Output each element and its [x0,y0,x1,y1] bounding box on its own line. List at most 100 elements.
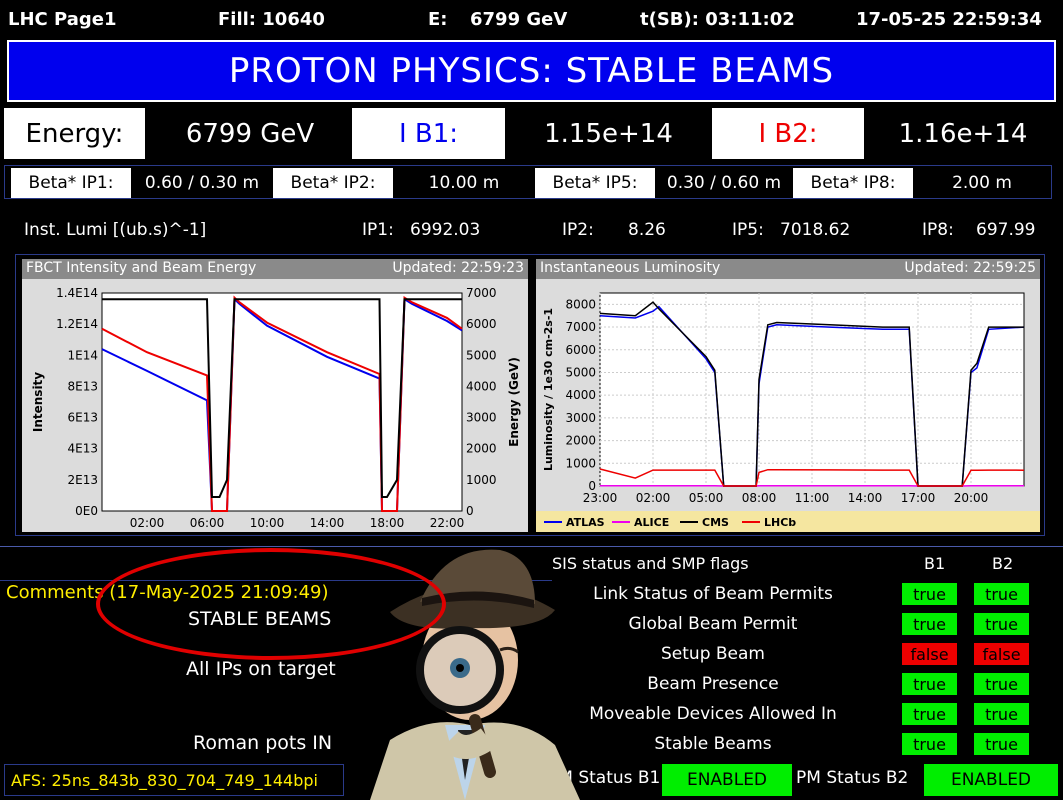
comment-line-3: Roman pots IN [193,732,333,754]
fbct-panel: FBCT Intensity and Beam Energy Updated: … [22,259,528,532]
fill-number: Fill: 10640 [218,9,325,30]
y-tick-label: 2E13 [68,473,99,487]
y-tick-label: 1.4E14 [56,286,98,300]
y-axis-label: Luminosity / 1e30 cm-2s-1 [542,308,555,471]
y2-tick-label: 7000 [466,286,497,300]
x-tick-label: 18:00 [370,516,405,530]
x-tick-label: 20:00 [954,491,989,505]
flag-b2: true [974,583,1029,605]
ip2-lumi: 8.26 [628,220,666,240]
x-tick-label: 23:00 [583,491,618,505]
ib2-label: I B2: [712,108,864,159]
plots-area: FBCT Intensity and Beam Energy Updated: … [15,254,1045,536]
x-tick-label: 06:00 [190,516,225,530]
y-tick-label: 6000 [565,343,596,357]
afs-filling-scheme: AFS: 25ns_843b_830_704_749_144bpi [4,764,344,796]
y-tick-label: 8000 [565,297,596,311]
ib1-label: I B1: [352,108,505,159]
x-tick-label: 10:00 [250,516,285,530]
legend-label: ATLAS [566,516,605,529]
flag-b2: true [974,703,1029,725]
y-tick-label: 8E13 [68,379,99,393]
x-tick-label: 22:00 [430,516,465,530]
y-tick-label: 1E14 [68,348,99,362]
x-tick-label: 05:00 [689,491,724,505]
flag-b2: true [974,613,1029,635]
ip1-lumi-label: IP1: [362,220,394,240]
stable-beam-time: t(SB): 03:11:02 [640,9,795,30]
y-tick-label: 4E13 [68,442,99,456]
y-tick-label: 1.2E14 [56,317,98,331]
beta-ip1-value: 0.60 / 0.30 m [144,173,260,193]
y-tick-label: 0E0 [75,504,98,518]
y2-tick-label: 1000 [466,473,497,487]
fbct-updated: Updated: 22:59:23 [392,260,524,276]
lumi-chart: 01000200030004000500060007000800023:00 02… [536,292,1040,532]
flag-b1: true [902,733,957,755]
beta-ip2-value: 10.00 m [428,173,500,193]
datetime: 17-05-25 22:59:34 [856,9,1042,30]
beta-ip8-label: Beta* IP8: [793,168,913,198]
flag-b1: true [902,583,957,605]
x-tick-label: 14:00 [848,491,883,505]
mode-banner: PROTON PHYSICS: STABLE BEAMS [7,40,1056,102]
legend-label: CMS [702,516,729,529]
y-tick-label: 2000 [565,434,596,448]
lumi-title: Instantaneous Luminosity [540,260,721,276]
lumi-title-bar: Instantaneous Luminosity Updated: 22:59:… [536,259,1040,279]
fbct-title: FBCT Intensity and Beam Energy [26,260,257,276]
x-tick-label: 17:00 [901,491,936,505]
ip2-lumi-label: IP2: [562,220,594,240]
inst-lumi-label: Inst. Lumi [(ub.s)^-1] [24,220,207,240]
beta-ip1-label: Beta* IP1: [11,168,131,198]
y2-tick-label: 2000 [466,442,497,456]
lumi-updated: Updated: 22:59:25 [904,260,1036,276]
plot-area [101,292,463,512]
energy-readout: 6799 GeV [470,9,568,30]
fbct-chart: 0E0 2E13 4E13 6E13 8E13 1E14 1.2E14 1.4E14 0 1000… [31,286,521,530]
y-tick-label: 4000 [565,388,596,402]
flag-b1: true [902,673,957,695]
y-tick-label: 5000 [565,365,596,379]
y-tick-label: 7000 [565,320,596,334]
legend-label: ALICE [634,516,669,529]
ip1-lumi: 6992.03 [410,220,481,240]
energy-value: 6799 GeV [185,118,315,149]
pm-b2-status: ENABLED [924,764,1058,796]
lumi-panel: Instantaneous Luminosity Updated: 22:59:… [536,259,1040,532]
y2-tick-label: 5000 [466,348,497,362]
beta-star-row: Beta* IP1: 0.60 / 0.30 m Beta* IP2: 10.0… [4,165,1052,199]
comment-line-2: All IPs on target [186,658,336,680]
ip8-lumi: 697.99 [976,220,1036,240]
flag-b1: true [902,613,957,635]
flag-b2: false [974,643,1029,665]
page-title: LHC Page1 [8,9,117,30]
flag-b1: false [902,643,957,665]
x-tick-label: 11:00 [795,491,830,505]
ib2-value: 1.16e+14 [898,118,1028,149]
header-bar: LHC Page1 Fill: 10640 E: 6799 GeV t(SB):… [0,0,1063,40]
pm-b2-label: PM Status B2 [796,768,909,788]
beta-ip5-label: Beta* IP5: [535,168,655,198]
fbct-title-bar: FBCT Intensity and Beam Energy Updated: … [22,259,528,279]
energy-label: Energy: [4,108,145,159]
legend-label: LHCb [764,516,796,529]
x-tick-label: 14:00 [310,516,345,530]
y-tick-label: 3000 [565,411,596,425]
beam-status-row: Energy: 6799 GeV I B1: 1.15e+14 I B2: 1.… [4,108,1060,159]
energy-label: E: [428,9,448,30]
y2-axis-label: Energy (GeV) [507,357,521,447]
highlight-ellipse [96,548,446,660]
flag-b1: true [902,703,957,725]
y2-tick-label: 4000 [466,379,497,393]
y-axis-label: Intensity [31,372,45,432]
beta-ip2-label: Beta* IP2: [273,168,393,198]
b1-header: B1 [924,554,946,573]
y2-tick-label: 3000 [466,411,497,425]
b2-header: B2 [992,554,1014,573]
y2-tick-label: 0 [466,504,474,518]
inst-lumi-row: Inst. Lumi [(ub.s)^-1] IP1: 6992.03 IP2:… [0,218,1063,246]
pm-b1-status: ENABLED [662,764,792,796]
ip5-lumi-label: IP5: [732,220,764,240]
y-tick-label: 6E13 [68,411,99,425]
